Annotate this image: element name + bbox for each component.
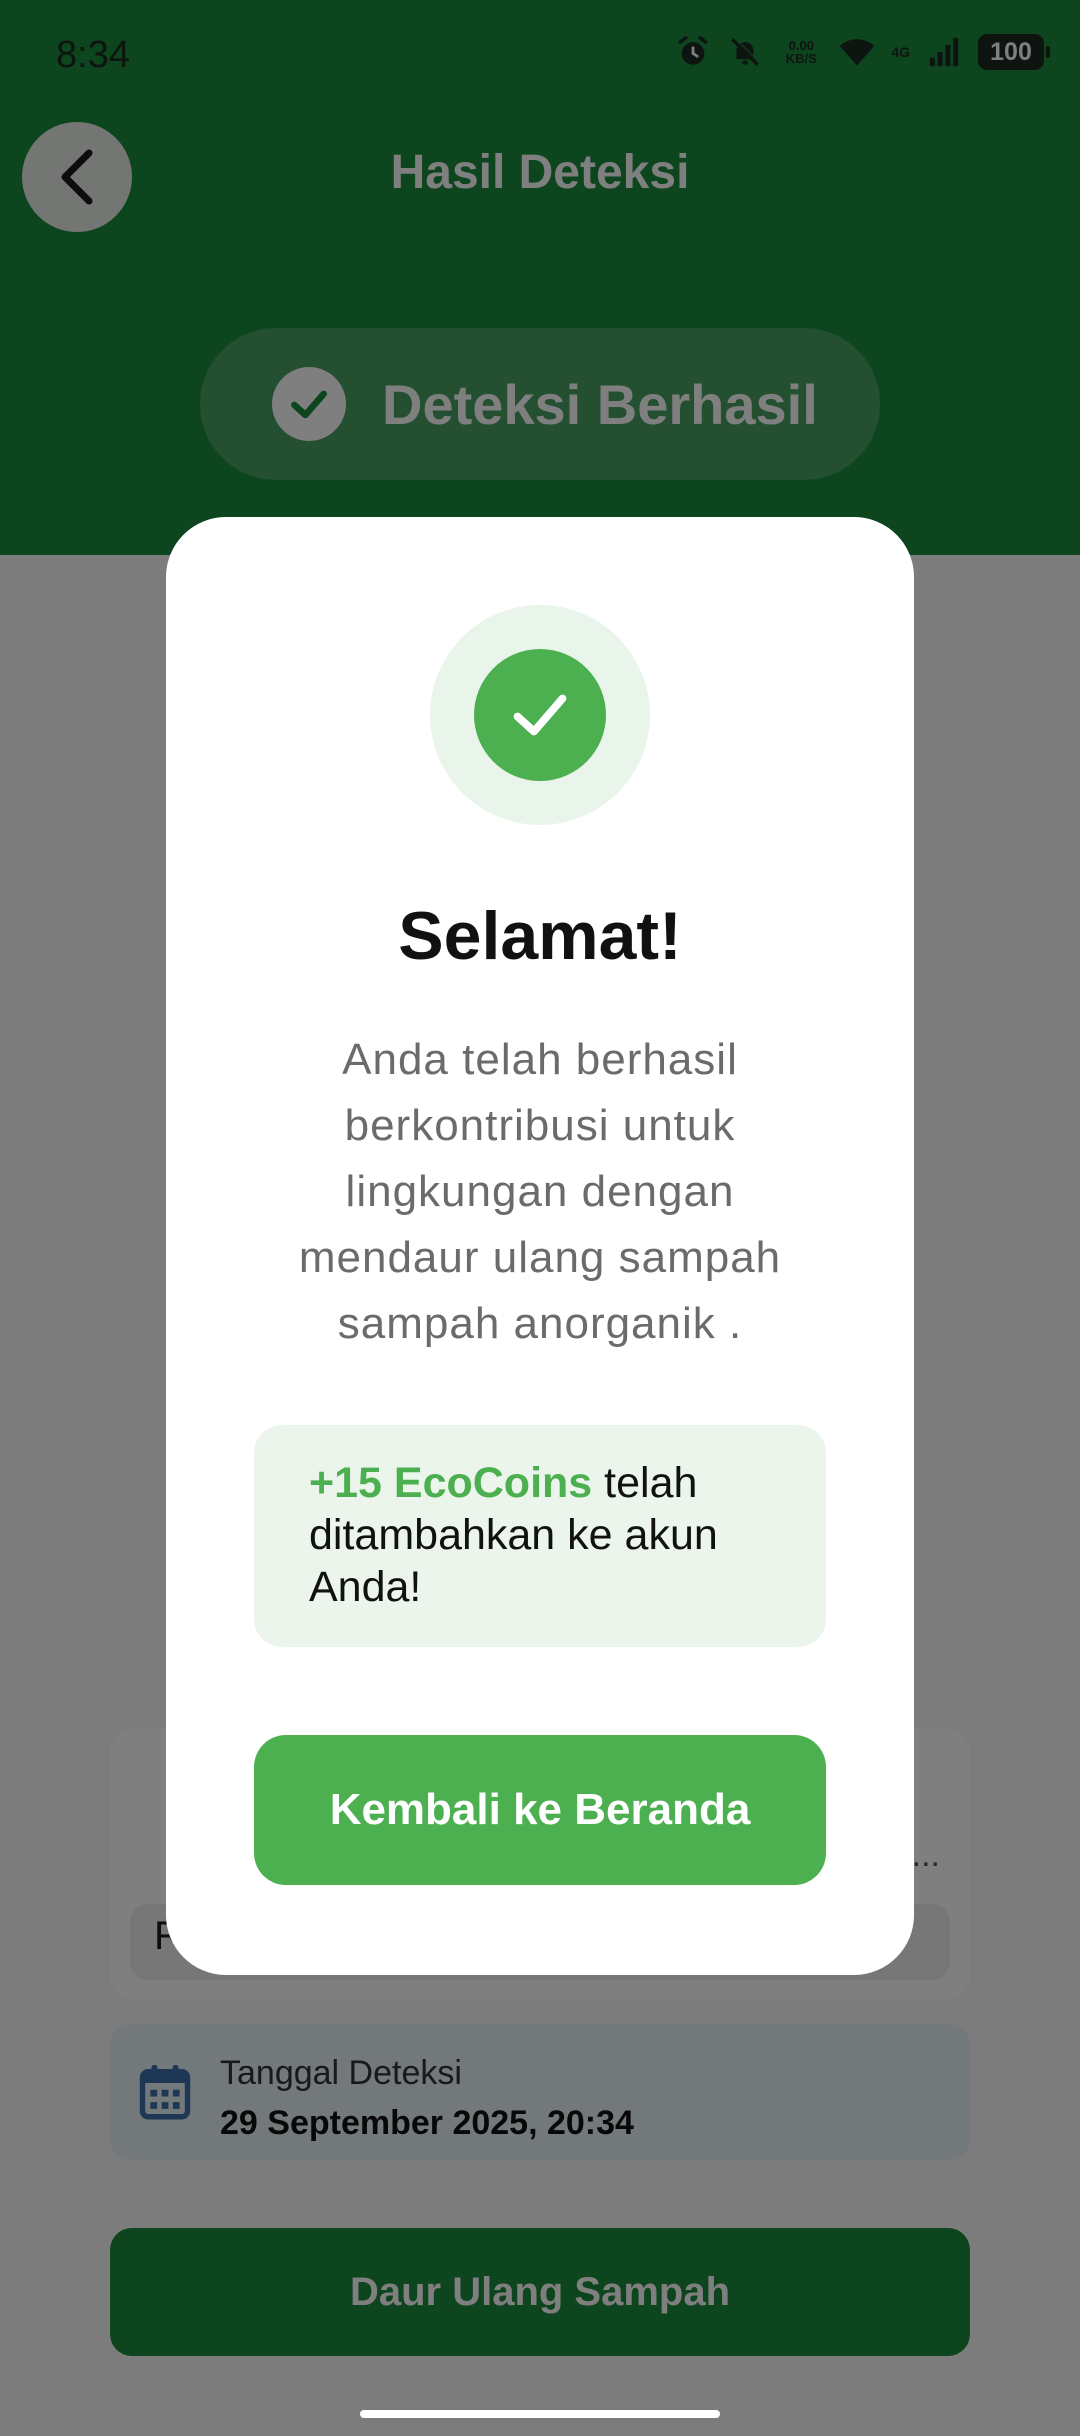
home-indicator[interactable] bbox=[360, 2410, 720, 2418]
back-to-home-label: Kembali ke Beranda bbox=[329, 1785, 751, 1834]
dialog-title: Selamat! bbox=[398, 898, 682, 974]
back-to-home-button[interactable]: Kembali ke Beranda bbox=[254, 1735, 826, 1885]
check-icon bbox=[474, 649, 606, 781]
reward-amount: +15 EcoCoins bbox=[309, 1459, 593, 1507]
success-icon-halo bbox=[430, 605, 650, 825]
dialog-message: Anda telah berhasil berkontribusi untuk … bbox=[298, 1035, 782, 1348]
success-dialog: Selamat! Anda telah berhasil berkontribu… bbox=[166, 517, 914, 1975]
reward-notice: +15 EcoCoins telah ditambahkan ke akun A… bbox=[254, 1425, 826, 1647]
